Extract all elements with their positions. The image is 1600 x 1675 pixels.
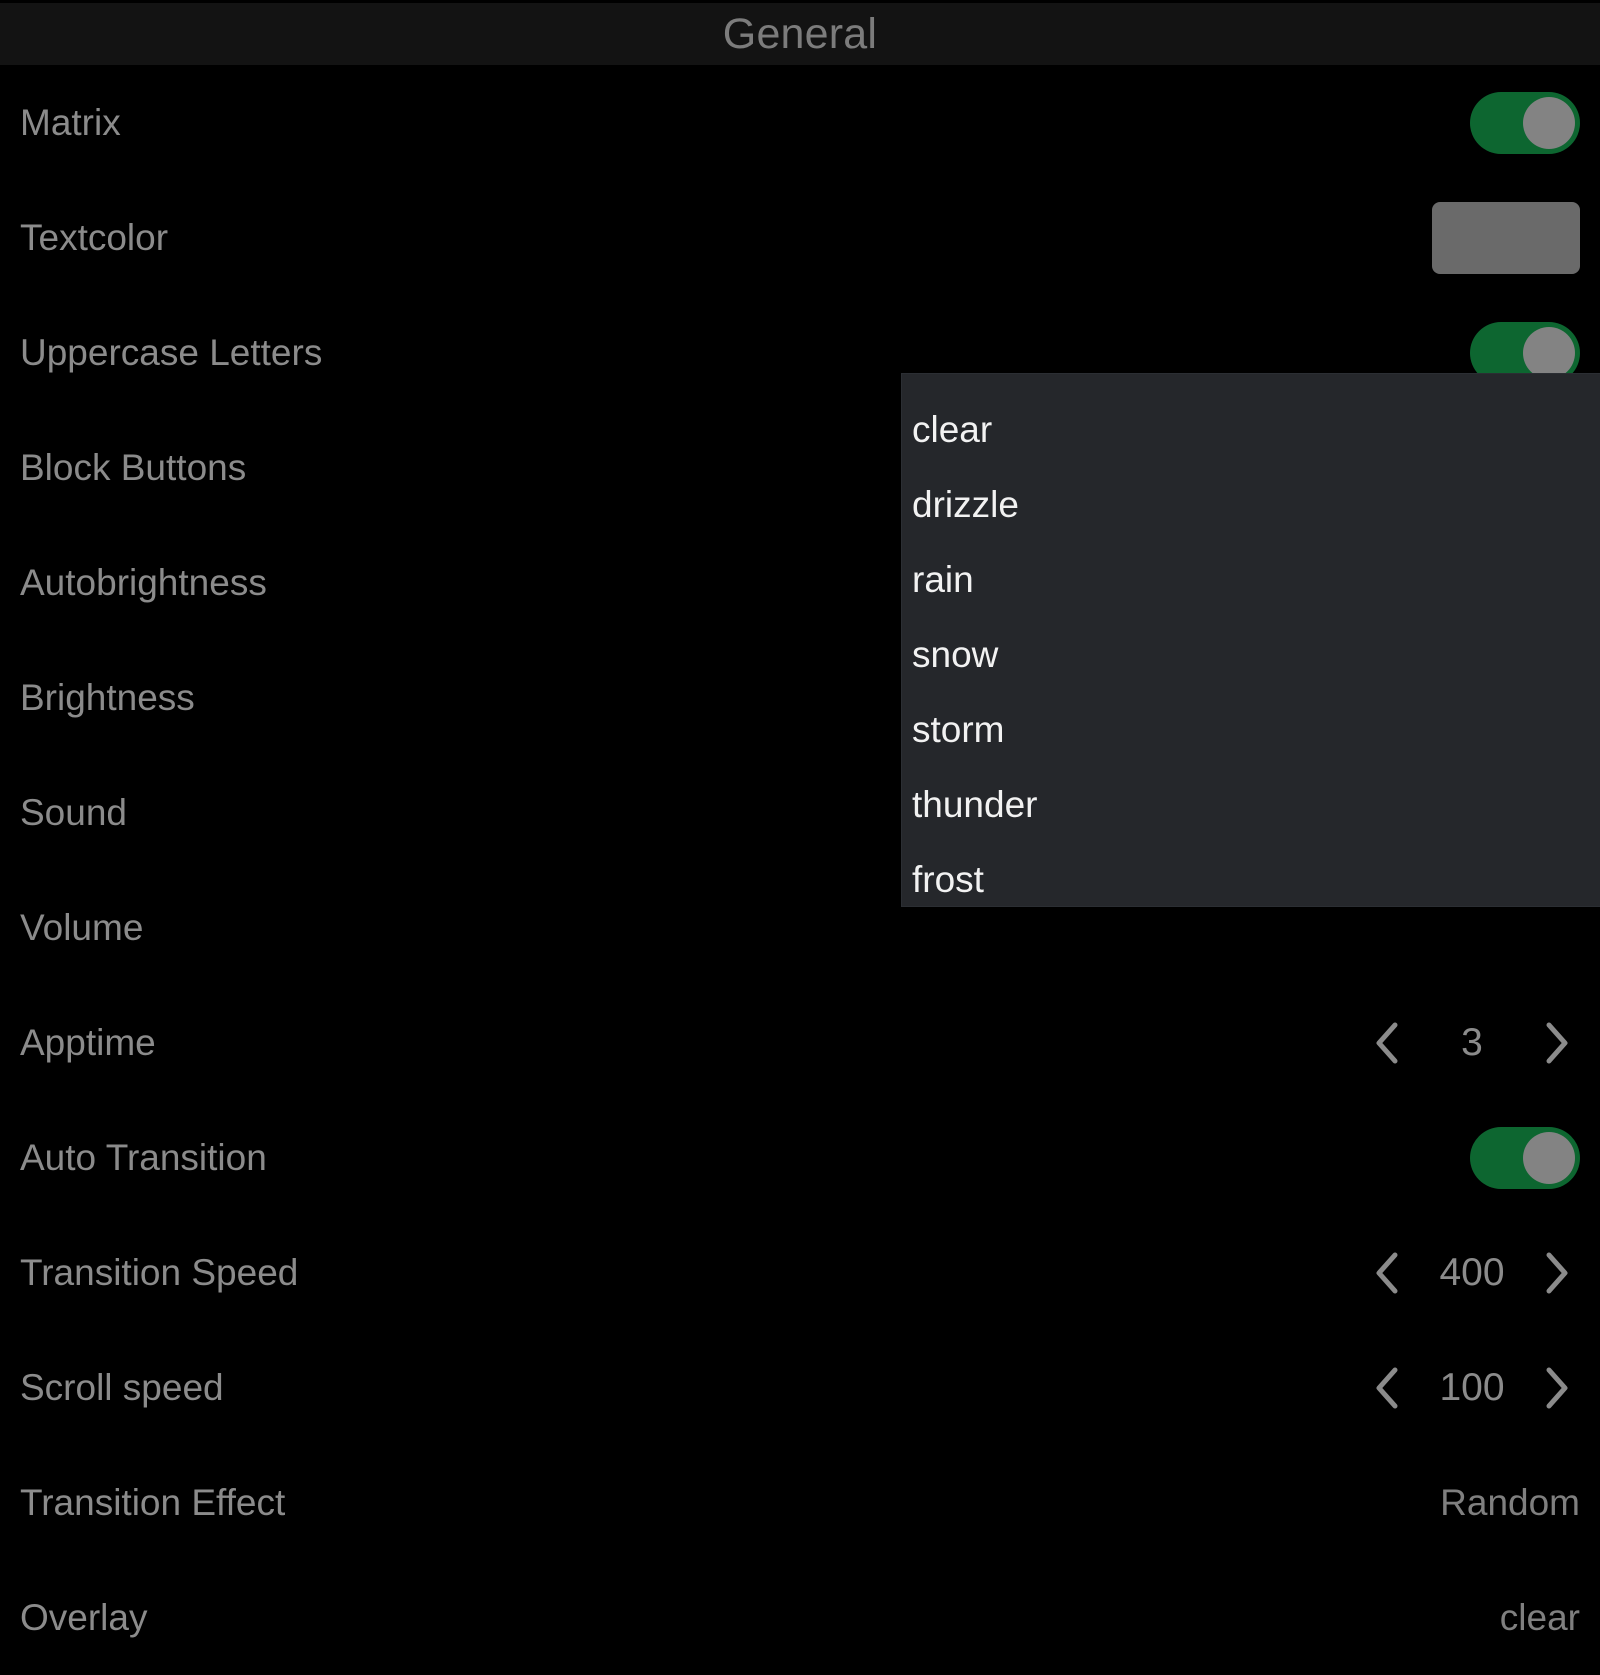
page-title: General (722, 9, 878, 58)
stepper-value: 400 (1439, 1251, 1505, 1294)
settings-screen: General Matrix Textcolor Uppercase Lette… (0, 0, 1600, 1668)
title-bar: General (0, 3, 1600, 65)
settings-row-transition-effect[interactable]: Transition Effect Random (0, 1445, 1600, 1560)
chevron-right-icon[interactable] (1532, 1358, 1580, 1418)
stepper-apptime: 3 (1364, 1013, 1580, 1073)
toggle-auto-transition[interactable] (1470, 1126, 1580, 1189)
chevron-right-icon[interactable] (1532, 1013, 1580, 1073)
row-label: Auto Transition (20, 1137, 267, 1178)
row-label: Block Buttons (20, 447, 247, 488)
row-label: Matrix (20, 102, 121, 143)
row-control: 100 (1364, 1358, 1580, 1418)
row-label: Scroll speed (20, 1367, 224, 1408)
stepper-value: 100 (1439, 1366, 1505, 1409)
row-label: Brightness (20, 677, 195, 718)
chevron-left-icon[interactable] (1364, 1243, 1412, 1303)
row-control: clear (1500, 1599, 1580, 1636)
dropdown-option-clear[interactable]: clear (902, 392, 1600, 467)
dropdown-option-label: snow (912, 634, 999, 675)
dropdown-option-label: clear (912, 409, 993, 450)
dropdown-option-label: storm (912, 709, 1005, 750)
settings-row-auto-transition[interactable]: Auto Transition (0, 1100, 1600, 1215)
dropdown-option-drizzle[interactable]: drizzle (902, 467, 1600, 542)
settings-row-scroll-speed[interactable]: Scroll speed 100 (0, 1330, 1600, 1445)
settings-row-overlay[interactable]: Overlay clear (0, 1560, 1600, 1675)
toggle-knob (1523, 96, 1575, 149)
transition-effect-value[interactable]: Random (1440, 1484, 1580, 1521)
settings-row-transition-speed[interactable]: Transition Speed 400 (0, 1215, 1600, 1330)
chevron-right-icon[interactable] (1532, 1243, 1580, 1303)
settings-row-textcolor[interactable]: Textcolor (0, 180, 1600, 295)
dropdown-option-label: drizzle (912, 484, 1019, 525)
dropdown-option-thunder[interactable]: thunder (902, 767, 1600, 842)
settings-row-apptime[interactable]: Apptime 3 (0, 985, 1600, 1100)
overlay-options-dropdown[interactable]: clear drizzle rain snow storm thunder fr… (902, 374, 1600, 906)
row-label: Autobrightness (20, 562, 267, 603)
dropdown-option-storm[interactable]: storm (902, 692, 1600, 767)
toggle-knob (1523, 326, 1575, 379)
row-label: Apptime (20, 1022, 156, 1063)
row-control (1432, 201, 1580, 274)
dropdown-option-snow[interactable]: snow (902, 617, 1600, 692)
row-label: Overlay (20, 1597, 148, 1638)
row-label: Transition Speed (20, 1252, 299, 1293)
color-swatch-textcolor[interactable] (1432, 201, 1580, 274)
stepper-scroll-speed: 100 (1364, 1358, 1580, 1418)
toggle-knob (1523, 1131, 1575, 1184)
row-label: Uppercase Letters (20, 332, 323, 373)
dropdown-option-frost[interactable]: frost (902, 842, 1600, 906)
row-label: Volume (20, 907, 144, 948)
settings-row-matrix[interactable]: Matrix (0, 65, 1600, 180)
dropdown-list: clear drizzle rain snow storm thunder fr… (902, 374, 1600, 906)
row-label: Transition Effect (20, 1482, 286, 1523)
stepper-value: 3 (1461, 1021, 1483, 1064)
dropdown-option-label: rain (912, 559, 974, 600)
row-control (1470, 91, 1580, 154)
stepper-transition-speed: 400 (1364, 1243, 1580, 1303)
dropdown-option-label: frost (912, 859, 984, 900)
chevron-left-icon[interactable] (1364, 1358, 1412, 1418)
overlay-value[interactable]: clear (1500, 1599, 1580, 1636)
chevron-left-icon[interactable] (1364, 1013, 1412, 1073)
row-control (1470, 1126, 1580, 1189)
row-control: 3 (1364, 1013, 1580, 1073)
toggle-matrix[interactable] (1470, 91, 1580, 154)
row-control: Random (1440, 1484, 1580, 1521)
row-control: 400 (1364, 1243, 1580, 1303)
row-label: Textcolor (20, 217, 169, 258)
row-label: Sound (20, 792, 127, 833)
dropdown-option-label: thunder (912, 784, 1038, 825)
dropdown-option-rain[interactable]: rain (902, 542, 1600, 617)
